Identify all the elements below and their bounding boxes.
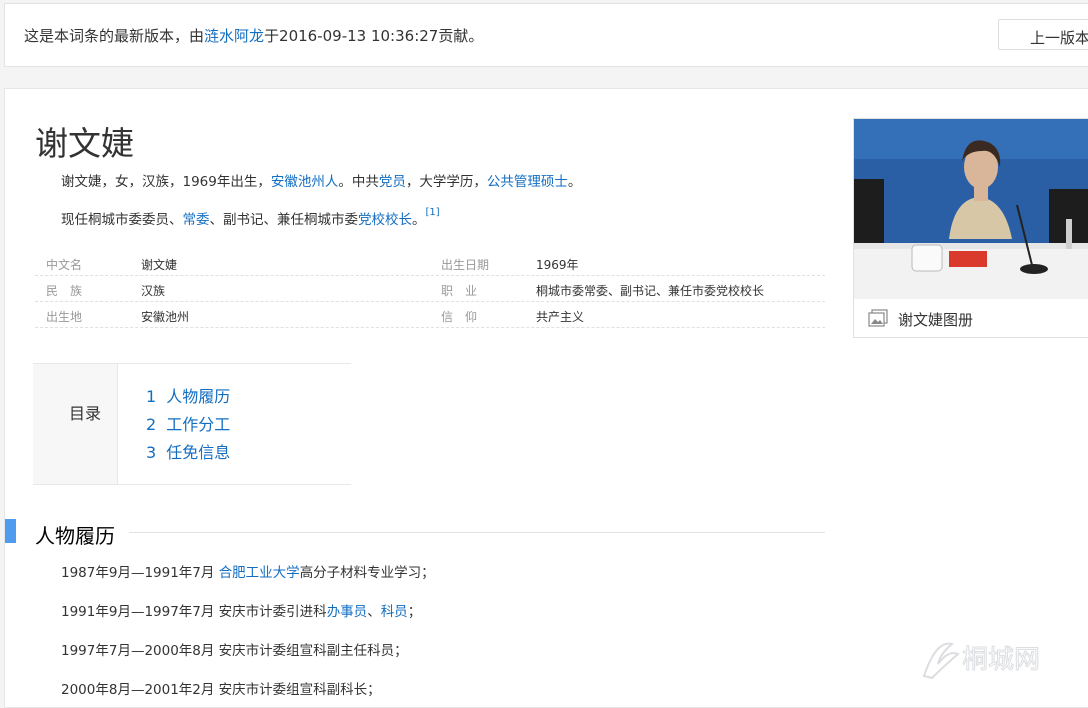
portrait-illustration: [854, 119, 1088, 299]
reference-1-link[interactable]: [1]: [426, 207, 440, 218]
toc-label: 目录: [69, 404, 102, 423]
info-key: 信 仰: [441, 310, 478, 324]
career-text: 1987年9月—1991年7月: [61, 565, 219, 581]
career-text: 高分子材料专业学习；: [299, 565, 435, 581]
info-key: 职 业: [441, 284, 478, 298]
career-entry-1: 1987年9月—1991年7月 合肥工业大学高分子材料专业学习；: [61, 561, 435, 581]
album-icon: [868, 309, 888, 327]
toc-item-text[interactable]: 工作分工: [166, 415, 230, 434]
link-mpa[interactable]: 公共管理硕士: [487, 174, 568, 190]
info-key: 出生日期: [441, 258, 490, 272]
watermark-text: 桐城网: [962, 645, 1040, 675]
career-entry-3: 1997年7月—2000年8月 安庆市计委组宣科副主任科员；: [61, 643, 408, 659]
summary-text: 。: [567, 174, 582, 190]
table-of-contents: 目录 1 人物履历 2 工作分工 3 任免信息: [33, 363, 351, 485]
toc-item-text[interactable]: 任免信息: [166, 443, 230, 462]
contributor-link[interactable]: 涟水阿龙: [204, 27, 264, 45]
notice-suffix: 于2016-09-13 10:36:27贡献。: [264, 27, 484, 45]
summary-text: 谢文婕，女，汉族，1969年出生，: [61, 174, 271, 190]
basic-info-table: 中文名 谢文婕 出生日期 1969年 民 族 汉族 职 业 桐城市委常委、副书记…: [35, 250, 825, 328]
page-title: 谢文婕: [35, 124, 134, 163]
info-row: 民 族 汉族 职 业 桐城市委常委、副书记、兼任市委党校校长: [35, 276, 825, 302]
career-text: 、: [367, 604, 381, 620]
info-value: 1969年: [536, 258, 579, 272]
toc-item-number: 3: [146, 443, 157, 462]
version-notice-text: 这是本词条的最新版本，由涟水阿龙于2016-09-13 10:36:27贡献。: [24, 25, 483, 46]
info-key: 出生地: [46, 310, 83, 324]
site-watermark: 桐城网: [922, 642, 1041, 680]
toc-item-number: 1: [146, 387, 157, 406]
notice-prefix: 这是本词条的最新版本，由: [24, 27, 205, 45]
summary-text: 现任桐城市委委员、: [61, 212, 183, 228]
link-anhui-chizhou[interactable]: 安徽池州人: [271, 174, 339, 190]
summary-text: 。中共: [338, 174, 379, 190]
summary-text: ，大学学历，: [405, 174, 487, 190]
career-entry-2: 1991年9月—1997年7月 安庆市计委引进科办事员、科员；: [61, 600, 421, 620]
info-value: 桐城市委常委、副书记、兼任市委党校校长: [536, 284, 765, 298]
link-party-school-president[interactable]: 党校校长: [358, 212, 412, 228]
portrait-photo[interactable]: [854, 119, 1088, 299]
toc-label-panel: 目录: [33, 364, 118, 484]
link-section-member[interactable]: 科员: [381, 604, 408, 620]
info-row: 中文名 谢文婕 出生日期 1969年: [35, 250, 825, 276]
career-text: 1991年9月—1997年7月 安庆市计委引进科: [61, 604, 327, 620]
version-notice-bar: 这是本词条的最新版本，由涟水阿龙于2016-09-13 10:36:27贡献。 …: [4, 3, 1088, 67]
career-entry-4: 2000年8月—2001年2月 安庆市计委组宣科副科长；: [61, 682, 381, 698]
previous-version-button[interactable]: 上一版本: [998, 19, 1088, 50]
section-marker: [5, 519, 16, 543]
link-hefei-university-of-technology[interactable]: 合肥工业大学: [219, 565, 300, 581]
album-label[interactable]: 谢文婕图册: [898, 309, 973, 330]
toc-item-appointments[interactable]: 3 任免信息: [146, 439, 230, 463]
summary-paragraph-1: 谢文婕，女，汉族，1969年出生，安徽池州人。中共党员，大学学历，公共管理硕士。: [61, 170, 581, 190]
link-standing-committee[interactable]: 常委: [183, 212, 210, 228]
section-divider: [129, 532, 825, 533]
toc-item-career[interactable]: 1 人物履历: [146, 383, 230, 407]
link-clerk[interactable]: 办事员: [327, 604, 368, 620]
info-value: 汉族: [141, 284, 166, 298]
toc-item-number: 2: [146, 415, 157, 434]
info-value: 谢文婕: [141, 258, 178, 272]
summary-text: 、副书记、兼任桐城市委: [209, 212, 359, 228]
toc-item-text[interactable]: 人物履历: [166, 387, 230, 406]
info-key: 中文名: [46, 258, 83, 272]
section-title-career: 人物履历: [35, 524, 115, 548]
career-text: ；: [407, 604, 422, 620]
link-party-member[interactable]: 党员: [379, 174, 406, 190]
summary-text: 。: [412, 212, 426, 228]
article-content: 谢文婕 谢文婕，女，汉族，1969年出生，安徽池州人。中共党员，大学学历，公共管…: [4, 88, 1088, 708]
album-card[interactable]: 谢文婕图册: [853, 118, 1088, 338]
toc-item-duties[interactable]: 2 工作分工: [146, 411, 230, 435]
summary-paragraph-2: 现任桐城市委委员、常委、副书记、兼任桐城市委党校校长。[1]: [61, 207, 440, 229]
info-value: 共产主义: [536, 310, 585, 324]
info-key: 民 族: [46, 284, 83, 298]
info-row: 出生地 安徽池州 信 仰 共产主义: [35, 302, 825, 328]
info-value: 安徽池州: [141, 310, 190, 324]
